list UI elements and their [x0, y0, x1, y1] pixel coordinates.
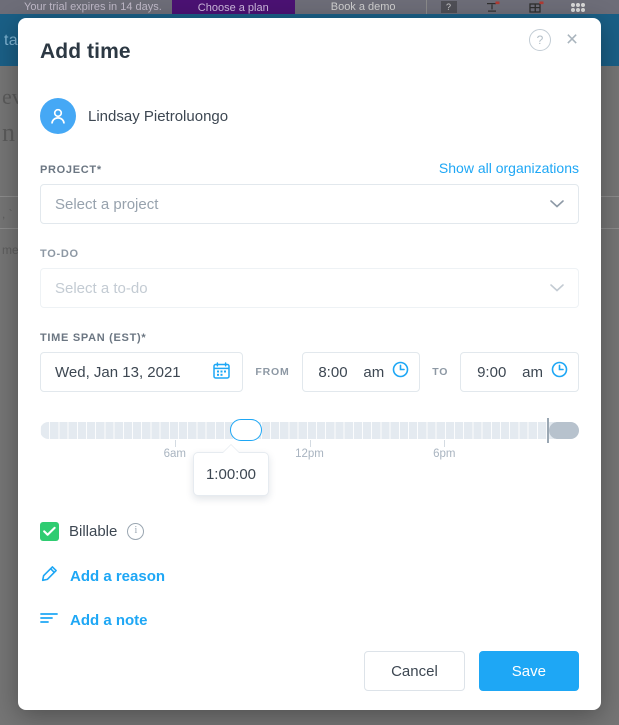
- clock-icon[interactable]: [392, 361, 409, 383]
- page-text-fragment-2: n: [2, 118, 15, 147]
- avatar: [40, 98, 76, 134]
- todo-field-group: TO-DO Select a to-do: [40, 248, 579, 308]
- add-note-button[interactable]: Add a note: [40, 611, 148, 629]
- trial-banner: Your trial expires in 14 days. Choose a …: [0, 0, 619, 14]
- choose-plan-button[interactable]: Choose a plan: [171, 0, 295, 14]
- chevron-down-icon: [550, 196, 564, 213]
- person-icon: [51, 108, 65, 124]
- from-time-value[interactable]: 8:00: [303, 364, 364, 381]
- todo-label: TO-DO: [40, 248, 79, 260]
- to-ampm-value[interactable]: am: [522, 364, 543, 381]
- project-label-row: PROJECT* Show all organizations: [40, 160, 579, 176]
- add-time-modal: Add time ? × Lindsay Pietroluongo PROJEC…: [18, 18, 601, 710]
- slider-thumb[interactable]: [230, 419, 262, 441]
- close-icon[interactable]: ×: [559, 27, 585, 53]
- todo-select[interactable]: Select a to-do: [40, 268, 579, 308]
- timespan-field-group: TIME SPAN (EST)* Wed, Jan 13, 2021 FROM …: [40, 332, 579, 392]
- show-all-organizations-link[interactable]: Show all organizations: [439, 160, 579, 176]
- duration-value: 1:00:00: [205, 465, 257, 483]
- timespan-label-row: TIME SPAN (EST)*: [40, 332, 579, 344]
- banner-divider: [425, 0, 427, 14]
- trial-notice-text: Your trial expires in 14 days.: [24, 1, 162, 13]
- add-reason-button[interactable]: Add a reason: [40, 565, 165, 587]
- help-icon[interactable]: ?: [529, 29, 551, 51]
- todo-label-row: TO-DO: [40, 248, 579, 260]
- more-options-icon[interactable]: [570, 2, 589, 12]
- slider-tick-6pm: 6pm: [433, 448, 456, 460]
- page-text-fragment-3: , `: [2, 207, 13, 221]
- to-time-value[interactable]: 9:00: [461, 364, 522, 381]
- user-row: Lindsay Pietroluongo: [40, 98, 579, 134]
- add-reason-label: Add a reason: [70, 567, 166, 585]
- to-label: TO: [432, 366, 449, 378]
- clock-icon[interactable]: [551, 361, 568, 383]
- timespan-label: TIME SPAN (EST)*: [40, 332, 147, 344]
- project-field-group: PROJECT* Show all organizations Select a…: [40, 160, 579, 224]
- from-time-input[interactable]: 8:00 am: [301, 352, 421, 392]
- modal-header: Add time ? ×: [18, 18, 601, 80]
- page-title: Add time: [40, 40, 131, 63]
- date-input[interactable]: Wed, Jan 13, 2021: [40, 352, 244, 392]
- help-badge-icon[interactable]: ?: [440, 1, 457, 13]
- project-select-placeholder: Select a project: [55, 195, 159, 213]
- time-range-slider[interactable]: 6am 12pm 6pm 1:00:00: [40, 416, 579, 512]
- slider-tick-12pm: 12pm: [295, 448, 324, 460]
- project-select[interactable]: Select a project: [40, 184, 579, 224]
- page-text-fragment-4: me: [2, 243, 19, 257]
- slider-tick-labels: 6am 12pm 6pm: [40, 440, 579, 462]
- date-value: Wed, Jan 13, 2021: [55, 363, 181, 381]
- duration-tooltip: 1:00:00: [193, 444, 269, 496]
- lines-icon: [40, 611, 58, 629]
- to-time-input[interactable]: 9:00 am: [460, 352, 579, 392]
- user-name: Lindsay Pietroluongo: [88, 107, 229, 125]
- slider-tick-6am: 6am: [163, 448, 186, 460]
- calendar-icon[interactable]: [213, 361, 231, 383]
- chevron-down-icon: [550, 280, 564, 297]
- add-note-label: Add a note: [70, 611, 148, 629]
- slider-end-handle[interactable]: [549, 422, 579, 439]
- modal-body: Lindsay Pietroluongo PROJECT* Show all o…: [18, 98, 601, 629]
- cancel-button[interactable]: Cancel: [364, 651, 465, 691]
- save-button[interactable]: Save: [478, 651, 579, 691]
- modal-footer: Cancel Save: [18, 632, 601, 710]
- pencil-icon: [40, 565, 58, 587]
- billable-checkbox[interactable]: [40, 522, 59, 541]
- todo-select-placeholder: Select a to-do: [55, 279, 148, 297]
- info-icon[interactable]: i: [127, 523, 145, 540]
- navbar-text-fragment: ta: [4, 32, 18, 49]
- checkmark-icon: [43, 526, 56, 536]
- from-label: FROM: [255, 366, 290, 378]
- slider-track[interactable]: [40, 422, 579, 439]
- timer-icon[interactable]: [483, 0, 501, 14]
- billable-label: Billable: [69, 523, 118, 540]
- timespan-row: Wed, Jan 13, 2021 FROM 8:00 am TO 9:00 a…: [40, 352, 579, 392]
- from-ampm-value[interactable]: am: [363, 364, 384, 381]
- billable-row: Billable i: [40, 522, 579, 541]
- book-demo-link[interactable]: Book a demo: [331, 1, 396, 13]
- project-label: PROJECT*: [40, 164, 102, 176]
- gift-icon[interactable]: [527, 0, 545, 14]
